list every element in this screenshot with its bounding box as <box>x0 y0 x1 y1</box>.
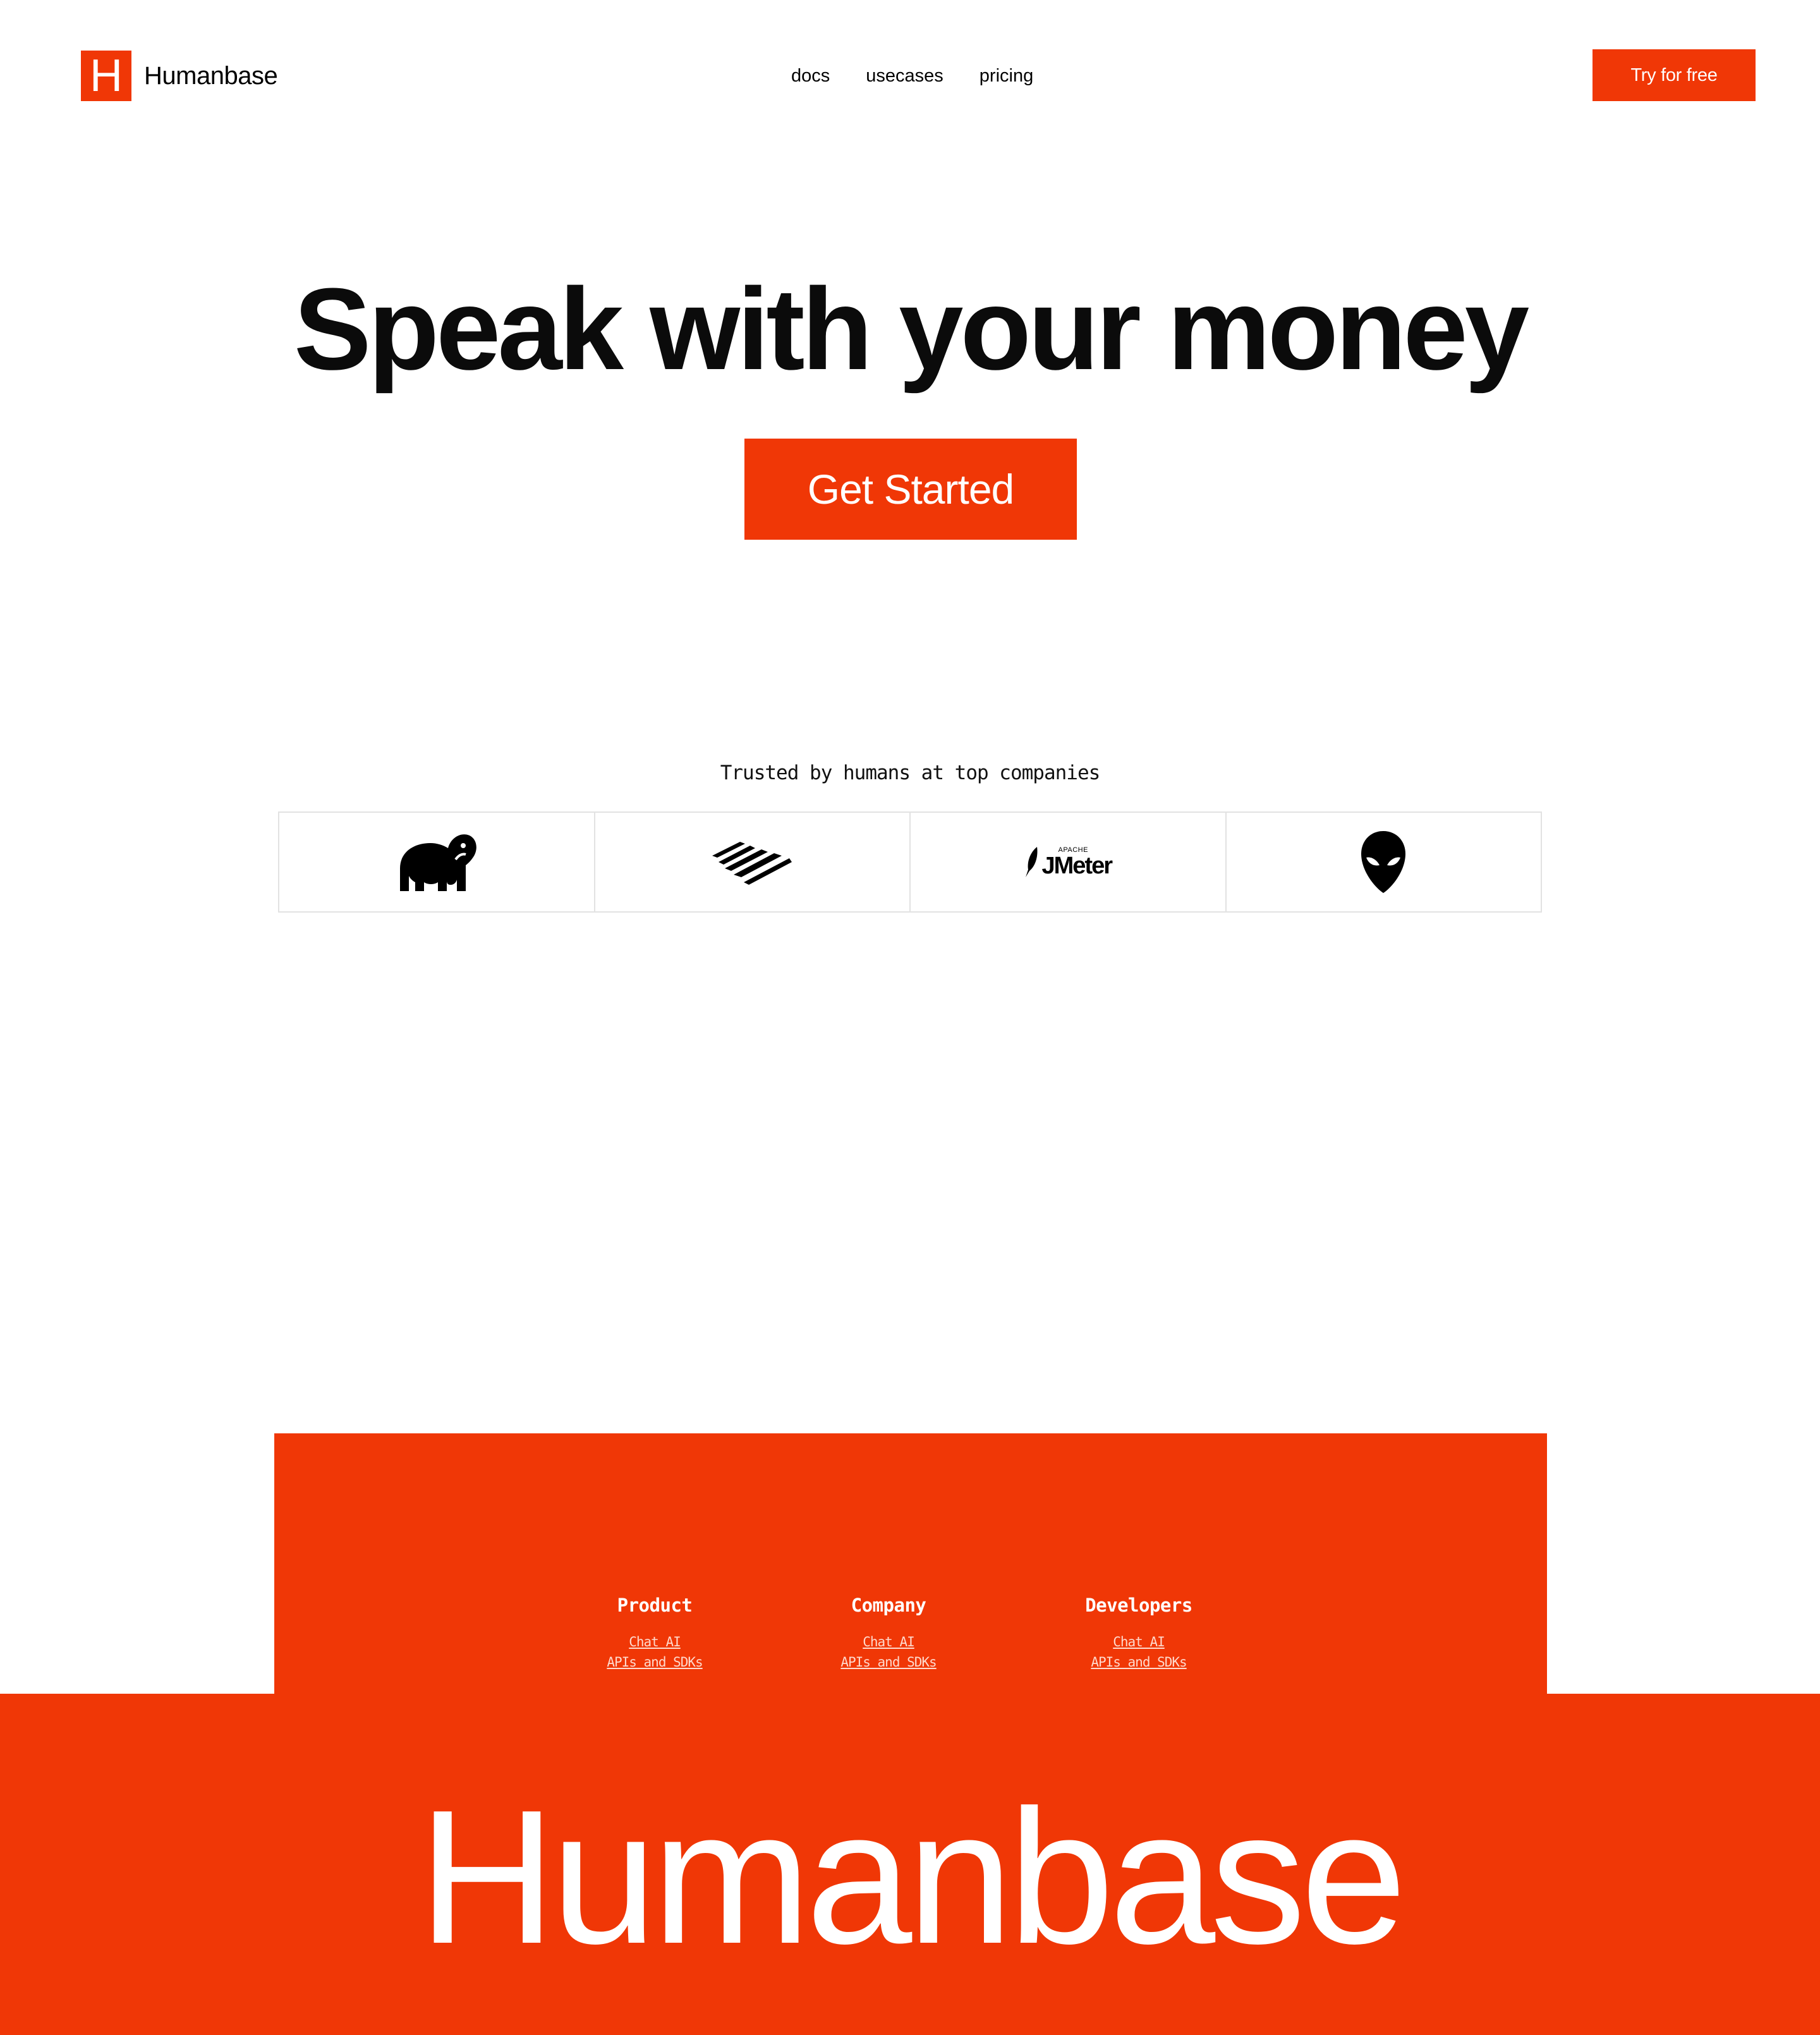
bank-flag-icon <box>712 842 792 885</box>
elephant-icon <box>399 834 476 891</box>
get-started-button[interactable]: Get Started <box>744 439 1077 540</box>
footer-link-apis-sdks[interactable]: APIs and SDKs <box>1091 1652 1187 1672</box>
footer-link-chat-ai[interactable]: Chat AI <box>863 1632 915 1652</box>
logo-cell-alien <box>1227 813 1541 911</box>
footer-column-title: Product <box>617 1595 693 1616</box>
footer-link-chat-ai[interactable]: Chat AI <box>629 1632 681 1652</box>
logo-cell-jmeter: APACHE JMeter <box>911 813 1227 911</box>
site-header: H Humanbase docs usecases pricing Try fo… <box>0 0 1820 152</box>
trusted-label: Trusted by humans at top companies <box>720 762 1101 784</box>
nav-link-pricing[interactable]: pricing <box>980 61 1033 91</box>
nav-link-usecases[interactable]: usecases <box>866 61 943 91</box>
footer-column-title: Company <box>851 1595 926 1616</box>
footer-link-apis-sdks[interactable]: APIs and SDKs <box>840 1652 937 1672</box>
jmeter-logo: APACHE JMeter <box>1024 846 1113 879</box>
feather-icon <box>1025 847 1037 877</box>
footer-link-apis-sdks[interactable]: APIs and SDKs <box>607 1652 703 1672</box>
logo-cell-elephant <box>279 813 595 911</box>
footer-column-title: Developers <box>1085 1595 1192 1616</box>
jmeter-text: JMeter <box>1041 853 1113 879</box>
hero-title: Speak with your money <box>293 264 1529 394</box>
nav-link-docs[interactable]: docs <box>791 61 830 91</box>
footer-column-product: Product Chat AI APIs and SDKs <box>579 1593 731 1672</box>
footer-link-chat-ai[interactable]: Chat AI <box>1113 1632 1165 1652</box>
logo-cell-bank <box>595 813 911 911</box>
footer-column-developers: Developers Chat AI APIs and SDKs <box>1063 1593 1215 1672</box>
brand-link[interactable]: H Humanbase <box>81 51 278 101</box>
try-for-free-button[interactable]: Try for free <box>1592 49 1756 101</box>
footer-column-company: Company Chat AI APIs and SDKs <box>813 1593 964 1672</box>
company-logos: APACHE JMeter <box>278 811 1542 913</box>
main-nav: docs usecases pricing <box>791 61 1033 91</box>
brand-name: Humanbase <box>144 62 278 90</box>
brand-logo-icon: H <box>81 51 131 101</box>
page: H Humanbase docs usecases pricing Try fo… <box>0 0 1820 2035</box>
footer-wordmark: Humanbase <box>418 1770 1407 1983</box>
alien-head-icon <box>1361 831 1406 893</box>
